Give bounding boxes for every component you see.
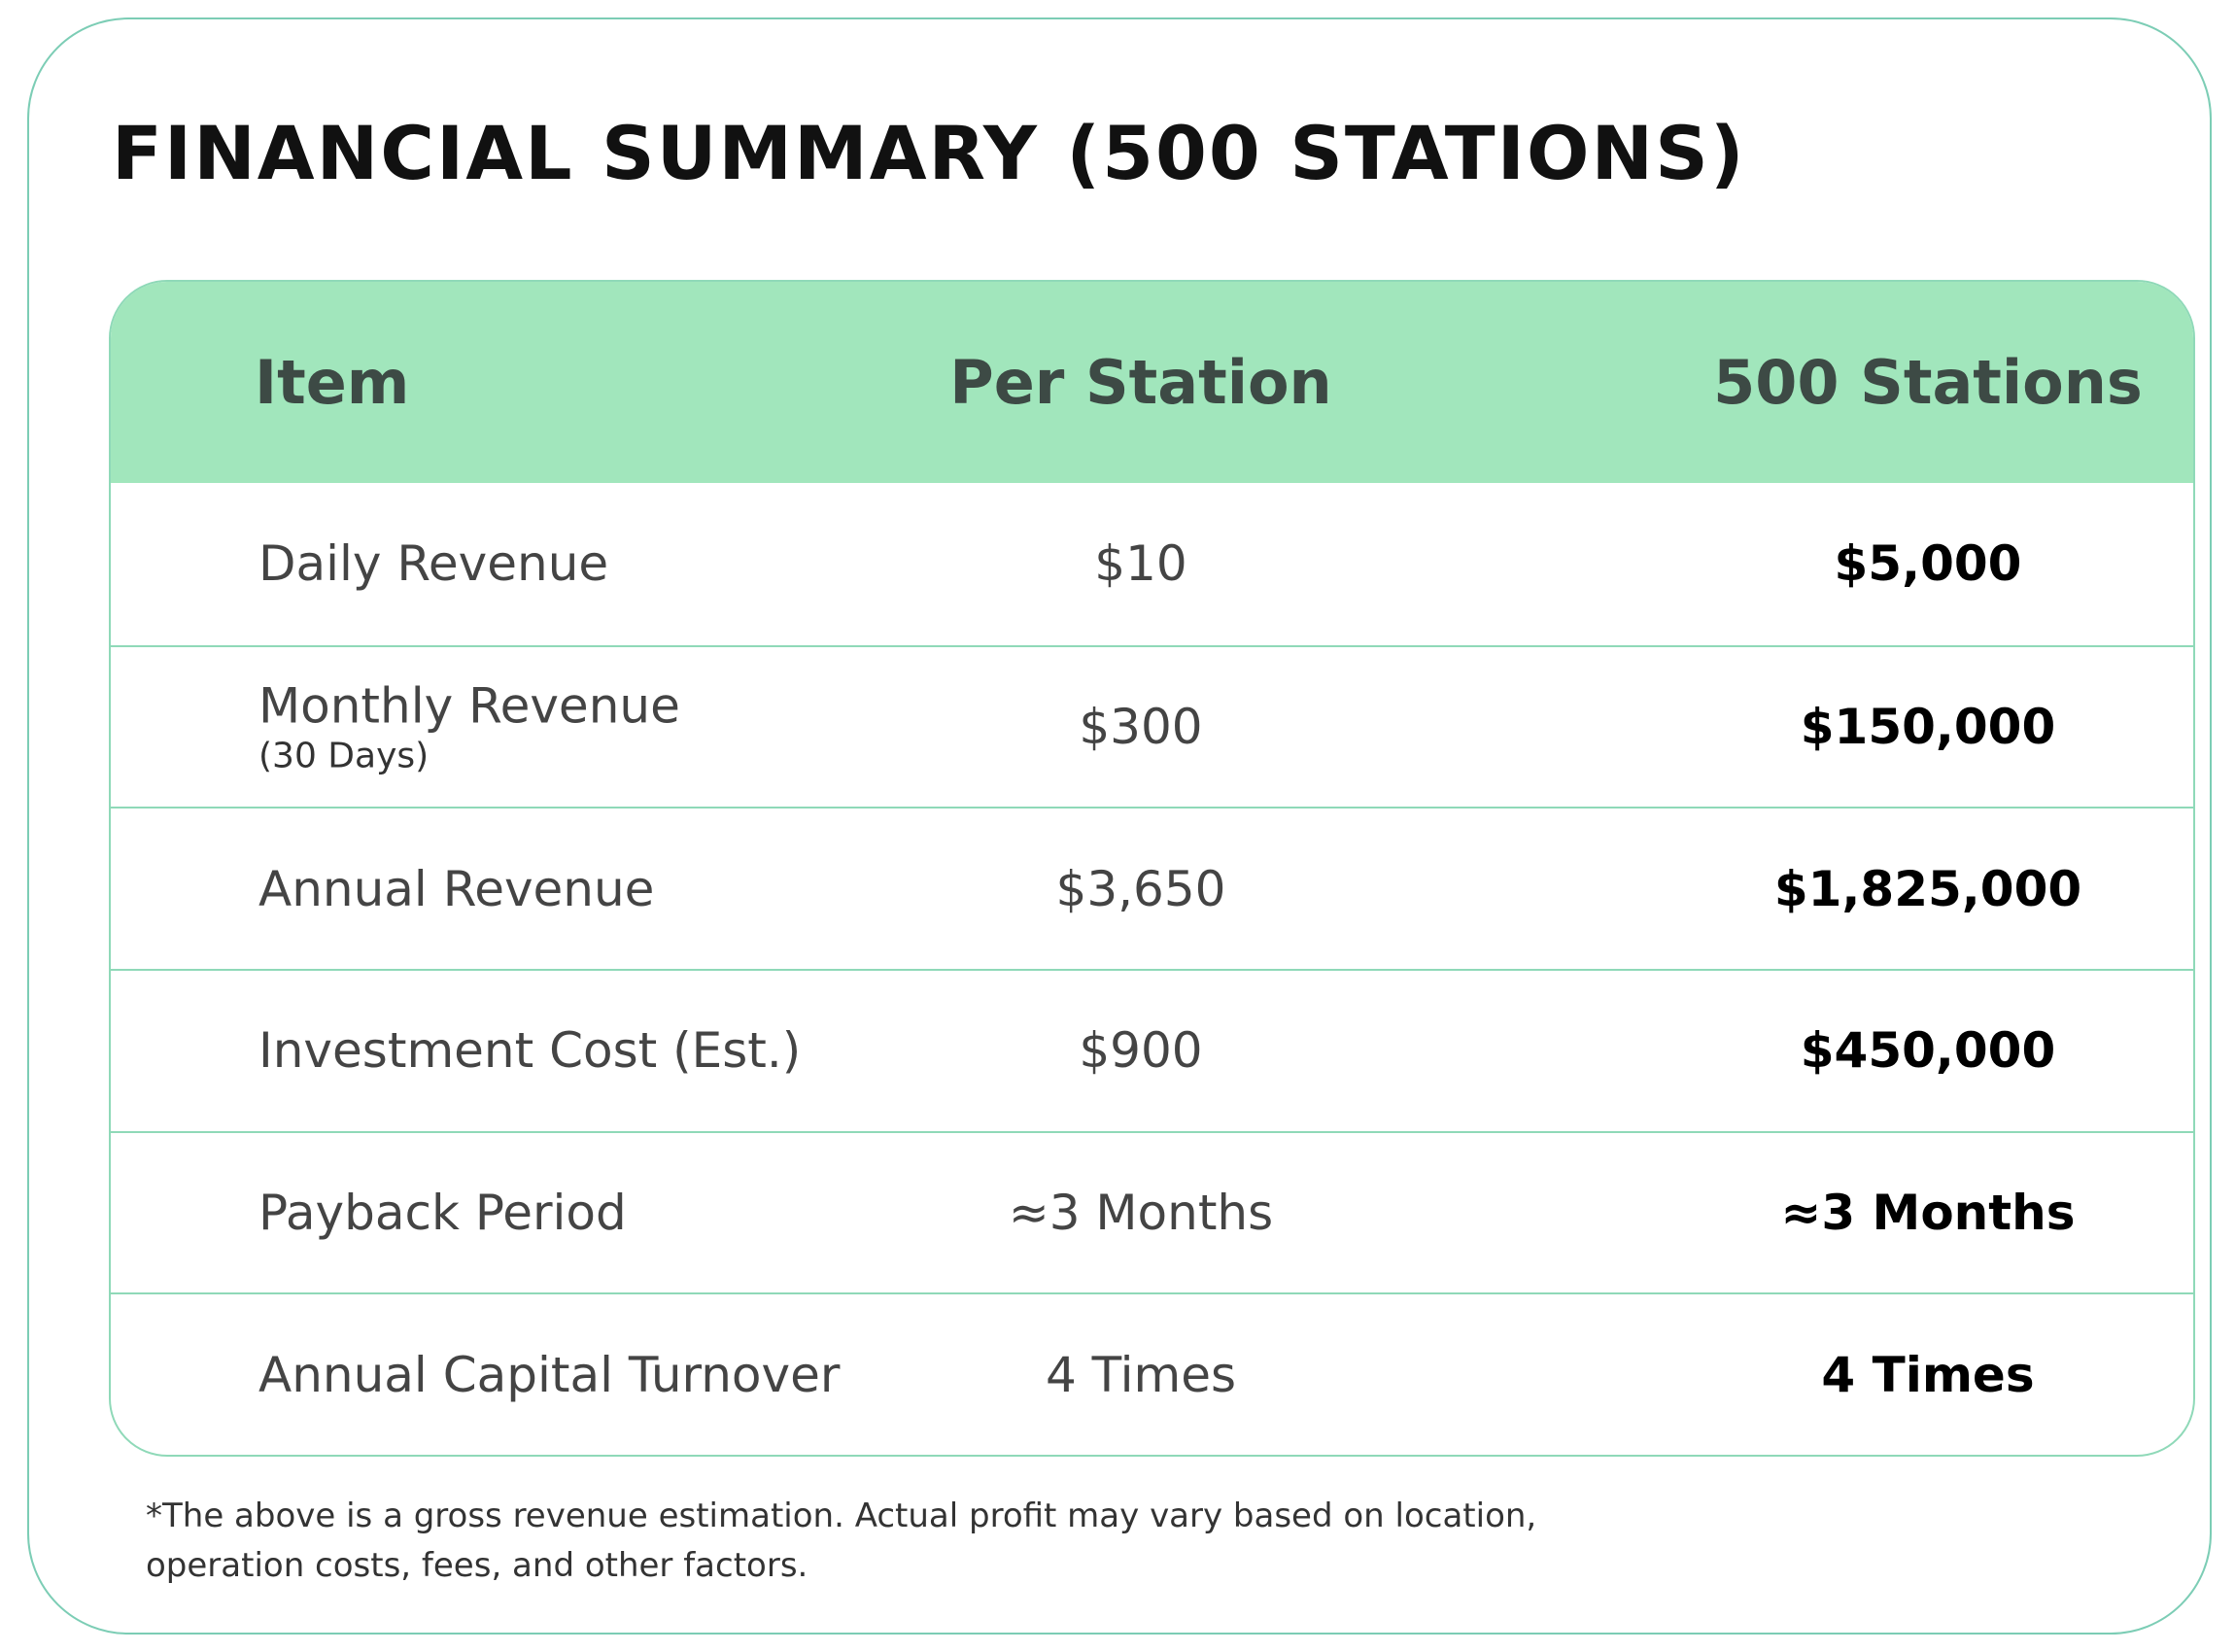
page-title: FINANCIAL SUMMARY (500 STATIONS) (112, 110, 1746, 196)
table-row: Annual Revenue $3,650 $1,825,000 (111, 807, 2193, 969)
row-item-text: Annual Revenue (258, 860, 655, 917)
row-total-value: ≈3 Months (1780, 1185, 2076, 1242)
row-item-label: Payback Period (258, 1185, 627, 1241)
row-per-station-value: 4 Times (1045, 1346, 1237, 1403)
row-per-station-value: $3,650 (1055, 860, 1226, 917)
row-per-station-value: ≈3 Months (1008, 1185, 1274, 1242)
table-row: Annual Capital Turnover 4 Times 4 Times (111, 1292, 2193, 1455)
row-item-label: Annual Revenue (258, 861, 654, 917)
row-total-value: $150,000 (1800, 699, 2056, 756)
row-item-text: Payback Period (258, 1185, 627, 1242)
row-item-text: Daily Revenue (258, 535, 609, 593)
summary-card: FINANCIAL SUMMARY (500 STATIONS) Item Pe… (27, 17, 2212, 1635)
row-item-label: Annual Capital Turnover (258, 1347, 840, 1403)
row-item-label: Daily Revenue (258, 535, 608, 592)
table-row: Monthly Revenue (30 Days) $300 $150,000 (111, 644, 2193, 808)
footnote: *The above is a gross revenue estimation… (146, 1492, 1603, 1591)
footnote-line-1: *The above is a gross revenue estimation… (146, 1497, 1537, 1535)
footnote-line-2: operation costs, fees, and other factors… (146, 1546, 808, 1585)
header-item: Item (255, 347, 410, 418)
row-per-station-value: $300 (1079, 699, 1203, 756)
table-body: Daily Revenue $10 $5,000 Monthly Revenue… (111, 483, 2193, 1455)
row-total-value: $1,825,000 (1773, 860, 2082, 917)
financial-table: Item Per Station 500 Stations Daily Reve… (109, 280, 2195, 1457)
row-item-label: Investment Cost (Est.) (258, 1022, 801, 1079)
row-item-text: Investment Cost (Est.) (258, 1022, 802, 1080)
table-row: Daily Revenue $10 $5,000 (111, 483, 2193, 645)
header-per-station: Per Station (949, 347, 1332, 418)
header-500-stations: 500 Stations (1713, 347, 2143, 418)
row-item-label: Monthly Revenue (30 Days) (258, 678, 680, 776)
table-row: Investment Cost (Est.) $900 $450,000 (111, 969, 2193, 1131)
table-row: Payback Period ≈3 Months ≈3 Months (111, 1130, 2193, 1293)
row-total-value: $5,000 (1834, 535, 2022, 593)
row-item-subtext: (30 Days) (258, 736, 430, 776)
row-total-value: $450,000 (1800, 1022, 2056, 1080)
row-total-value: 4 Times (1821, 1346, 2035, 1403)
row-item-text: Annual Capital Turnover (258, 1346, 841, 1403)
row-per-station-value: $900 (1079, 1022, 1203, 1080)
table-header: Item Per Station 500 Stations (111, 282, 2193, 483)
row-per-station-value: $10 (1094, 535, 1187, 593)
row-item-text: Monthly Revenue (258, 677, 680, 735)
